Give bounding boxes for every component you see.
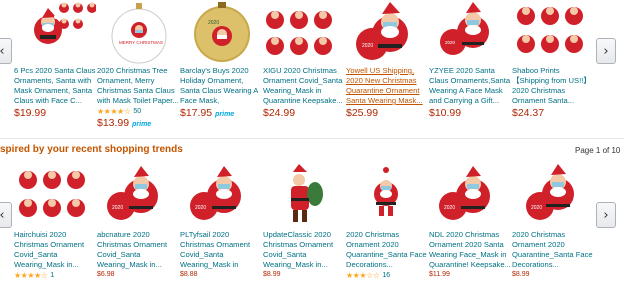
product-card[interactable]: 2020 PLTyfsail 2020 Christmas Ornament C… [180, 164, 262, 280]
chevron-left-icon: ‹ [0, 44, 5, 59]
review-count[interactable]: 16 [382, 272, 390, 279]
carousel-row-2: ‹ Hairchuisi 2020 Christmas Ornament Cov… [0, 164, 624, 296]
page-indicator: Page 1 of 10 [575, 146, 621, 155]
product-title[interactable]: XIGU 2020 Christmas Ornament Covid_Santa… [263, 66, 345, 106]
star-rating-icon: ★★★★☆ [97, 106, 131, 116]
product-image[interactable] [346, 164, 428, 228]
section-title: spired by your recent shopping trends [0, 144, 183, 155]
product-title[interactable]: Yowell US Shipping, 2020 New Christmas Q… [346, 66, 428, 106]
product-title[interactable]: 2020 Christmas Ornament 2020 Quarantine_… [346, 230, 428, 270]
product-image[interactable]: 2020 [429, 0, 511, 64]
product-card[interactable]: 2020 Christmas Ornament 2020 Quarantine_… [346, 164, 428, 280]
svg-text:2020: 2020 [195, 205, 206, 211]
product-title[interactable]: abcnature 2020 Christmas Ornament Covid_… [97, 230, 179, 270]
star-rating-icon: ★★★☆☆ [346, 270, 380, 280]
svg-text:2020: 2020 [445, 40, 456, 45]
section-divider [0, 138, 624, 139]
product-card[interactable]: 2020 Barclay's Buys 2020 Holiday Ornamen… [180, 0, 262, 120]
product-price: $19.99 [14, 107, 47, 119]
product-card[interactable]: UpdateClassic 2020 Christmas Ornament Co… [263, 164, 345, 280]
product-card[interactable]: 6 Pcs 2020 Santa Claus Ornaments, Santa … [14, 0, 96, 120]
svg-text:2020: 2020 [208, 20, 219, 26]
product-card[interactable]: XIGU 2020 Christmas Ornament Covid_Santa… [263, 0, 345, 120]
product-image[interactable]: 2020 [180, 164, 262, 228]
product-image[interactable] [263, 0, 345, 64]
product-title[interactable]: Barclay's Buys 2020 Holiday Ornament, Sa… [180, 66, 262, 106]
svg-text:2020: 2020 [112, 205, 123, 211]
star-rating-icon: ★★★★☆ [14, 270, 48, 280]
review-count[interactable]: 50 [133, 108, 141, 115]
prime-badge-icon: prime [132, 121, 152, 128]
product-title[interactable]: Shaboo Prints 【Shipping from US!!】 2020 … [512, 66, 594, 106]
product-image[interactable] [512, 0, 594, 64]
product-title[interactable]: PLTyfsail 2020 Christmas Ornament Covid_… [180, 230, 262, 270]
product-title[interactable]: 2020 Christmas Tree Ornament, Merry Chri… [97, 66, 179, 106]
product-title[interactable]: 2020 Christmas Ornament 2020 Quarantine_… [512, 230, 594, 270]
product-price: $10.99 [429, 107, 462, 119]
product-title[interactable]: Hairchuisi 2020 Christmas Ornament Covid… [14, 230, 96, 270]
carousel-next-button[interactable]: › [596, 38, 616, 64]
product-card[interactable]: Hairchuisi 2020 Christmas Ornament Covid… [14, 164, 96, 280]
svg-text:2020: 2020 [444, 205, 455, 211]
ornament-text: MERRY CHRISTMAS [119, 40, 163, 45]
svg-text:2020: 2020 [531, 205, 542, 211]
product-title[interactable]: NDL 2020 Christmas Ornament 2020 Santa W… [429, 230, 511, 270]
product-price: $25.99 [346, 107, 379, 119]
chevron-right-icon: › [603, 207, 609, 223]
product-price: $13.99 [97, 117, 130, 129]
product-price: $8.99 [263, 271, 281, 278]
product-image[interactable]: MERRY CHRISTMAS [97, 0, 179, 64]
chevron-left-icon: ‹ [0, 208, 5, 223]
carousel-next-button[interactable]: › [596, 202, 616, 228]
product-card[interactable]: 2020 Yowell US Shipping, 2020 New Christ… [346, 0, 428, 120]
product-image[interactable]: 2020 [429, 164, 511, 228]
product-title[interactable]: 6 Pcs 2020 Santa Claus Ornaments, Santa … [14, 66, 96, 106]
rating[interactable]: ★★★☆☆ 16 [346, 270, 428, 280]
product-price: $6.98 [97, 271, 115, 278]
product-title[interactable]: UpdateClassic 2020 Christmas Ornament Co… [263, 230, 345, 270]
product-price: $17.95 [180, 107, 213, 119]
product-image[interactable]: 2020 [512, 164, 594, 228]
product-image[interactable] [263, 164, 345, 228]
carousel-row-1: ‹ 6 Pcs 2020 Santa Claus Ornaments, Sant… [0, 0, 624, 132]
product-card[interactable]: MERRY CHRISTMAS 2020 Christmas Tree Orna… [97, 0, 179, 130]
product-price: $8.99 [512, 271, 530, 278]
review-count[interactable]: 1 [50, 272, 54, 279]
product-card[interactable]: 2020 2020 Christmas Ornament 2020 Quaran… [512, 164, 594, 280]
product-image[interactable]: 2020 [180, 0, 262, 64]
carousel-prev-button[interactable]: ‹ [0, 202, 12, 228]
rating[interactable]: ★★★★☆ 1 [14, 270, 96, 280]
product-price: $24.37 [512, 107, 545, 119]
product-price: $8.88 [180, 271, 198, 278]
product-image[interactable]: 2020 [346, 0, 428, 64]
product-price: $11.99 [429, 271, 450, 278]
product-image[interactable] [14, 0, 96, 64]
svg-text:2020: 2020 [362, 43, 373, 49]
carousel-prev-button[interactable]: ‹ [0, 38, 12, 64]
chevron-right-icon: › [603, 43, 609, 59]
product-card[interactable]: 2020 NDL 2020 Christmas Ornament 2020 Sa… [429, 164, 511, 280]
product-card[interactable]: 2020 abcnature 2020 Christmas Ornament C… [97, 164, 179, 280]
product-image[interactable] [14, 164, 96, 228]
product-card[interactable]: 2020 YZYEE 2020 Santa Claus Ornaments,Sa… [429, 0, 511, 120]
product-title[interactable]: YZYEE 2020 Santa Claus Ornaments,Santa W… [429, 66, 511, 106]
product-price: $24.99 [263, 107, 296, 119]
prime-badge-icon: prime [215, 111, 235, 118]
product-image[interactable]: 2020 [97, 164, 179, 228]
rating[interactable]: ★★★★☆ 50 [97, 106, 179, 116]
product-card[interactable]: Shaboo Prints 【Shipping from US!!】 2020 … [512, 0, 594, 120]
